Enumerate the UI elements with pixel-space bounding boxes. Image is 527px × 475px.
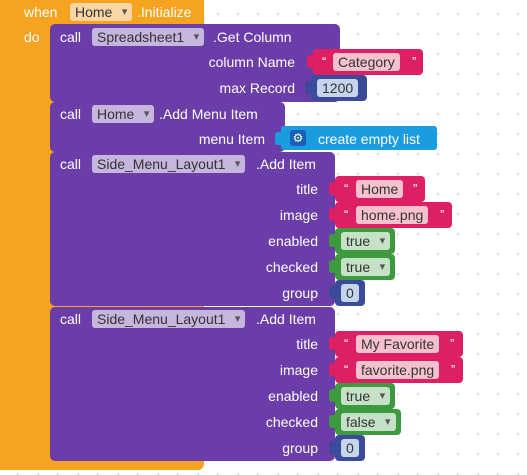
logic-dropdown-enabled[interactable]: true xyxy=(341,387,391,405)
text-field-home[interactable]: Home xyxy=(356,180,404,198)
call-keyword: call xyxy=(60,29,82,45)
component-dropdown-side-menu-layout1[interactable]: Side_Menu_Layout1 xyxy=(92,155,246,173)
list-block-label: create empty list xyxy=(318,131,420,147)
call-side-menu-add-item-block-1[interactable] xyxy=(50,152,335,306)
arg-label-title: title xyxy=(296,336,318,352)
method-name: .Add Menu Item xyxy=(159,106,258,122)
logic-dropdown-checked[interactable]: false xyxy=(341,413,396,431)
number-field-0[interactable]: 0 xyxy=(341,284,359,302)
gear-icon[interactable]: ⚙ xyxy=(290,130,306,146)
arg-label-image: image xyxy=(279,362,318,378)
arg-label-enabled: enabled xyxy=(268,388,318,404)
do-keyword: do xyxy=(24,29,40,45)
arg-label-checked: checked xyxy=(265,259,318,275)
arg-label-image: image xyxy=(279,207,318,223)
method-name: .Get Column xyxy=(213,29,292,45)
call-keyword: call xyxy=(60,311,82,327)
call-side-menu-add-item-block-2[interactable] xyxy=(50,307,335,461)
arg-label-enabled: enabled xyxy=(268,233,318,249)
text-field-favorite-png[interactable]: favorite.png xyxy=(356,361,440,379)
text-field-category[interactable]: Category xyxy=(333,53,400,71)
logic-dropdown-enabled[interactable]: true xyxy=(341,232,391,250)
component-dropdown-home[interactable]: Home xyxy=(92,105,155,123)
arg-label-group: group xyxy=(282,440,318,456)
arg-label-title: title xyxy=(296,181,318,197)
call-keyword: call xyxy=(60,156,82,172)
text-field-my-favorite[interactable]: My Favorite xyxy=(356,335,440,353)
arg-label-menu-item: menu Item xyxy=(198,131,265,147)
arg-label-group: group xyxy=(282,285,318,301)
method-name: .Add Item xyxy=(256,156,316,172)
event-component-dropdown[interactable]: Home xyxy=(70,3,133,21)
arg-label-max-record: max Record xyxy=(219,80,295,96)
arg-label-column-name: column Name xyxy=(208,54,295,70)
text-field-home-png[interactable]: home.png xyxy=(356,206,429,224)
method-name: .Add Item xyxy=(256,311,316,327)
component-dropdown-spreadsheet1[interactable]: Spreadsheet1 xyxy=(92,28,205,46)
number-field-0[interactable]: 0 xyxy=(341,439,359,457)
event-name: .Initialize xyxy=(137,4,192,20)
arg-label-checked: checked xyxy=(265,414,318,430)
number-field-1200[interactable]: 1200 xyxy=(317,79,359,97)
call-keyword: call xyxy=(60,106,82,122)
logic-dropdown-checked[interactable]: true xyxy=(341,258,391,276)
component-dropdown-side-menu-layout1[interactable]: Side_Menu_Layout1 xyxy=(92,310,246,328)
when-keyword: when xyxy=(24,4,58,20)
